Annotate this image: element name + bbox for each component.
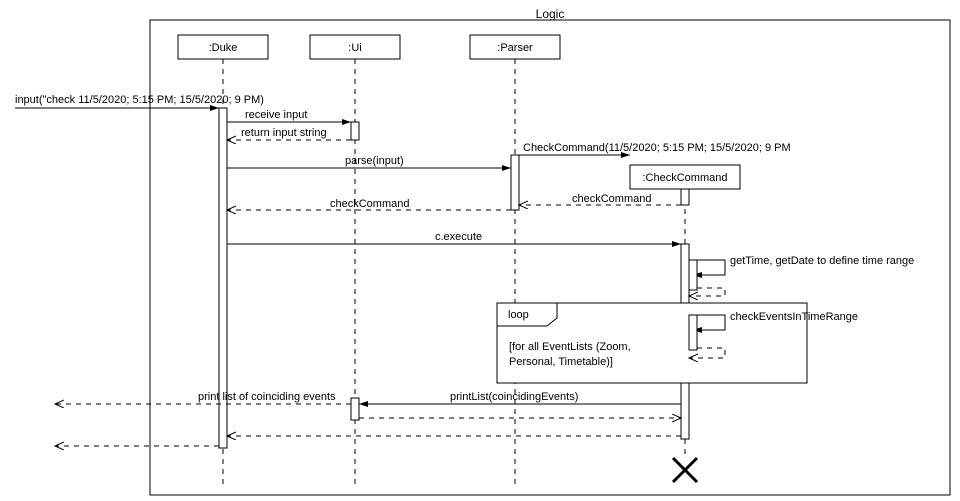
participant-ui-label: :Ui xyxy=(348,42,361,54)
participant-checkcommand-label: :CheckCommand xyxy=(643,172,728,184)
msg-return-input-label: return input string xyxy=(241,127,327,139)
msg-printout-label: print list of coinciding events xyxy=(198,391,336,403)
msg-receive-input-label: receive input xyxy=(245,109,307,121)
msg-execute-label: c.execute xyxy=(435,231,482,243)
msg-printlist-label: printList(coincidingEvents) xyxy=(450,391,578,403)
activation-parser xyxy=(511,155,519,210)
msg-checkret2-label: checkCommand xyxy=(330,198,409,210)
participant-duke-label: :Duke xyxy=(209,42,238,54)
loop-guard-line1: [for all EventLists (Zoom, xyxy=(509,341,631,353)
msg-parse-label: parse(input) xyxy=(345,155,404,167)
msg-checkret1-label: checkCommand xyxy=(572,193,651,205)
frame-title: Logic xyxy=(536,7,565,21)
msg-newcmd-label: CheckCommand(11/5/2020; 5:15 PM; 15/5/20… xyxy=(523,142,791,154)
participant-parser-label: :Parser xyxy=(497,42,533,54)
msg-checkrange-label: checkEventsInTimeRange xyxy=(730,311,858,323)
activation-cc-checkrange xyxy=(689,315,697,350)
loop-guard-line2: Personal, Timetable)] xyxy=(509,356,613,368)
activation-ui-1 xyxy=(351,122,359,140)
msg-input-label: input("check 11/5/2020; 5:15 PM; 15/5/20… xyxy=(15,94,264,106)
loop-tab-label: loop xyxy=(508,309,529,321)
activation-cc-create xyxy=(681,189,689,205)
activation-ui-2 xyxy=(351,398,359,420)
msg-gettime-label: getTime, getDate to define time range xyxy=(730,255,914,267)
activation-cc-gettime xyxy=(689,260,697,290)
